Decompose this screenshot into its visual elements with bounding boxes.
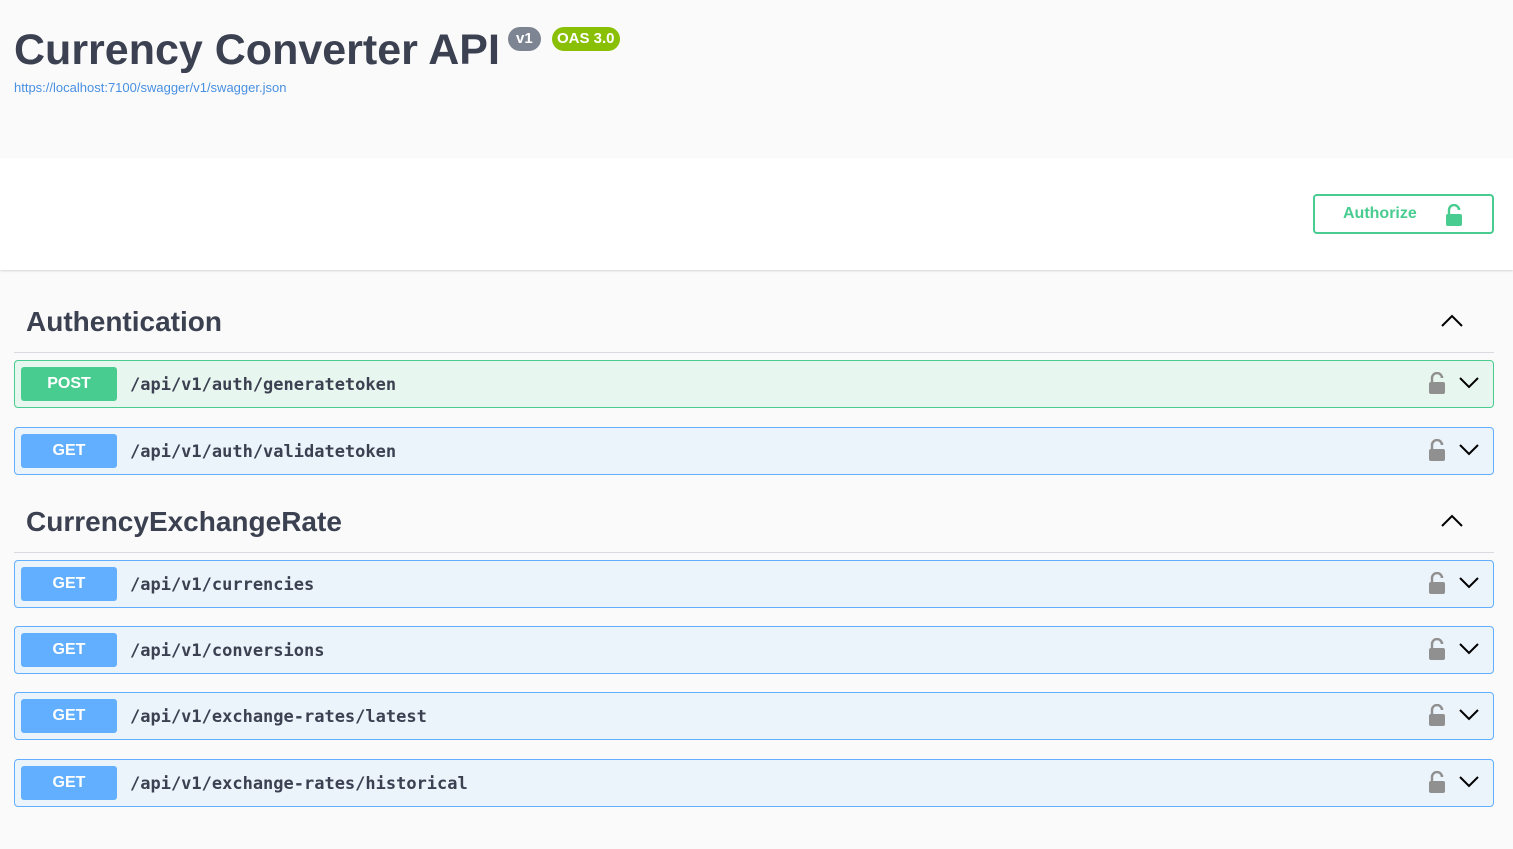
info-header: Currency Converter API v1 OAS 3.0 https:… — [0, 0, 1513, 158]
tag-name: CurrencyExchangeRate — [26, 506, 342, 537]
version-badge: v1 — [508, 27, 541, 51]
chevron-down-icon[interactable] — [1458, 443, 1480, 462]
authorize-label: Authorize — [1343, 205, 1417, 222]
chevron-down-icon[interactable] — [1458, 576, 1480, 595]
operation-path: /api/v1/exchange-rates/historical — [130, 774, 468, 794]
chevron-down-icon[interactable] — [1458, 708, 1480, 727]
unlocked-lock-icon[interactable] — [1428, 571, 1446, 599]
tag-section-authentication: Authentication POST /api/v1/auth/generat… — [14, 291, 1494, 475]
method-badge: POST — [21, 367, 117, 401]
tag-name: Authentication — [26, 306, 222, 337]
opblock-get-exchange-rates-latest[interactable]: GET /api/v1/exchange-rates/latest — [14, 692, 1494, 740]
unlocked-lock-icon[interactable] — [1428, 703, 1446, 731]
operation-path: /api/v1/currencies — [130, 575, 315, 595]
page-title: Currency Converter API — [14, 26, 500, 74]
unlocked-lock-icon[interactable] — [1428, 770, 1446, 798]
method-badge: GET — [21, 567, 117, 601]
opblock-get-validatetoken[interactable]: GET /api/v1/auth/validatetoken — [14, 427, 1494, 475]
method-badge: GET — [21, 699, 117, 733]
chevron-down-icon[interactable] — [1458, 376, 1480, 395]
unlocked-lock-icon — [1444, 203, 1464, 231]
oas-badge: OAS 3.0 — [552, 27, 620, 51]
operation-path: /api/v1/exchange-rates/latest — [130, 707, 427, 727]
scheme-container: Authorize — [0, 158, 1513, 270]
chevron-up-icon[interactable] — [1440, 513, 1464, 534]
chevron-up-icon[interactable] — [1440, 313, 1464, 334]
opblock-post-generatetoken[interactable]: POST /api/v1/auth/generatetoken — [14, 360, 1494, 408]
opblock-get-exchange-rates-historical[interactable]: GET /api/v1/exchange-rates/historical — [14, 759, 1494, 807]
operation-path: /api/v1/auth/validatetoken — [130, 442, 397, 462]
opblock-get-currencies[interactable]: GET /api/v1/currencies — [14, 560, 1494, 608]
unlocked-lock-icon[interactable] — [1428, 371, 1446, 399]
spec-url-link[interactable]: https://localhost:7100/swagger/v1/swagge… — [14, 80, 286, 95]
unlocked-lock-icon[interactable] — [1428, 637, 1446, 665]
operation-path: /api/v1/auth/generatetoken — [130, 375, 397, 395]
tag-header-authentication[interactable]: Authentication — [14, 291, 1494, 353]
tag-header-currencyexchangerate[interactable]: CurrencyExchangeRate — [14, 491, 1494, 553]
operation-path: /api/v1/conversions — [130, 641, 325, 661]
unlocked-lock-icon[interactable] — [1428, 438, 1446, 466]
opblock-get-conversions[interactable]: GET /api/v1/conversions — [14, 626, 1494, 674]
tag-section-currencyexchangerate: CurrencyExchangeRate GET /api/v1/currenc… — [14, 491, 1494, 807]
method-badge: GET — [21, 633, 117, 667]
chevron-down-icon[interactable] — [1458, 775, 1480, 794]
method-badge: GET — [21, 766, 117, 800]
authorize-button[interactable]: Authorize — [1313, 194, 1494, 234]
method-badge: GET — [21, 434, 117, 468]
chevron-down-icon[interactable] — [1458, 642, 1480, 661]
